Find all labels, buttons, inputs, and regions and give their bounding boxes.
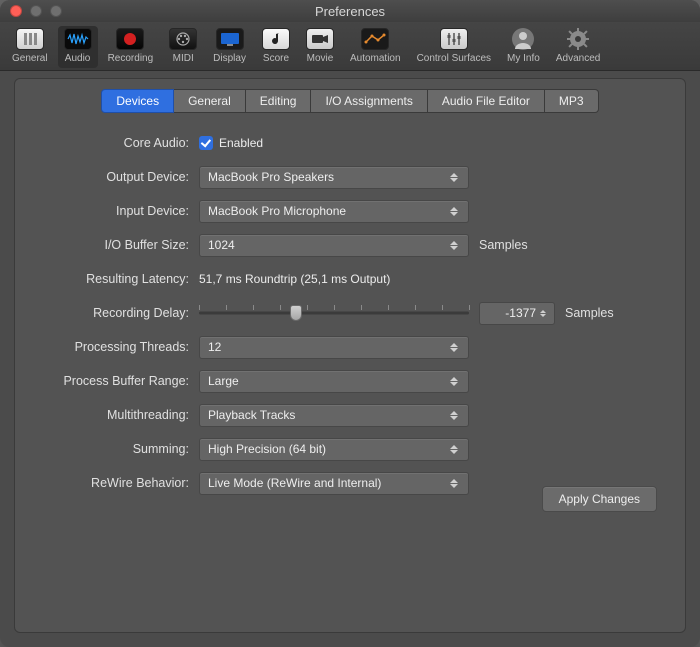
recording-delay-value: -1377	[488, 306, 536, 320]
core-audio-checkbox[interactable]	[199, 136, 213, 150]
multithreading-value: Playback Tracks	[208, 408, 295, 422]
tab-editing[interactable]: Editing	[246, 89, 312, 113]
toolbar-label: Display	[213, 53, 246, 64]
toolbar-label: MIDI	[173, 53, 194, 64]
toolbar-automation[interactable]: Automation	[344, 26, 407, 68]
output-device-label: Output Device:	[37, 170, 189, 184]
midi-icon	[169, 28, 197, 50]
automation-icon	[361, 28, 389, 50]
toolbar-midi[interactable]: MIDI	[163, 26, 203, 68]
chevron-updown-icon	[450, 371, 462, 392]
recording-delay-slider[interactable]	[199, 302, 469, 324]
tab-mp3[interactable]: MP3	[545, 89, 599, 113]
input-device-label: Input Device:	[37, 204, 189, 218]
panel-tabs: Devices General Editing I/O Assignments …	[15, 89, 685, 113]
music-note-icon	[262, 28, 290, 50]
core-audio-value: Enabled	[219, 136, 263, 150]
rewire-value: Live Mode (ReWire and Internal)	[208, 476, 381, 490]
tab-general[interactable]: General	[174, 89, 246, 113]
input-device-select[interactable]: MacBook Pro Microphone	[199, 200, 469, 223]
person-icon	[509, 28, 537, 50]
chevron-updown-icon	[540, 303, 550, 324]
toolbar-label: Automation	[350, 53, 401, 64]
camera-icon	[306, 28, 334, 50]
mixer-icon	[440, 28, 468, 50]
display-icon	[216, 28, 244, 50]
input-device-value: MacBook Pro Microphone	[208, 204, 346, 218]
toolbar-control-surfaces[interactable]: Control Surfaces	[411, 26, 497, 68]
toolbar-label: General	[12, 53, 48, 64]
recording-delay-label: Recording Delay:	[37, 306, 189, 320]
toolbar-recording[interactable]: Recording	[102, 26, 160, 68]
processing-threads-value: 12	[208, 340, 221, 354]
toolbar-label: Control Surfaces	[417, 53, 491, 64]
toolbar-advanced[interactable]: Advanced	[550, 26, 606, 68]
toolbar-label: Advanced	[556, 53, 600, 64]
summing-value: High Precision (64 bit)	[208, 442, 326, 456]
apply-changes-button[interactable]: Apply Changes	[542, 486, 657, 512]
toolbar-label: My Info	[507, 53, 540, 64]
chevron-updown-icon	[450, 337, 462, 358]
chevron-updown-icon	[450, 201, 462, 222]
buffer-range-select[interactable]: Large	[199, 370, 469, 393]
chevron-updown-icon	[450, 439, 462, 460]
output-device-value: MacBook Pro Speakers	[208, 170, 334, 184]
buffer-size-select[interactable]: 1024	[199, 234, 469, 257]
buffer-range-label: Process Buffer Range:	[37, 374, 189, 388]
toolbar-score[interactable]: Score	[256, 26, 296, 68]
titlebar: Preferences	[0, 0, 700, 22]
core-audio-label: Core Audio:	[37, 136, 189, 150]
processing-threads-label: Processing Threads:	[37, 340, 189, 354]
preferences-window: Preferences General Audio Recording MIDI	[0, 0, 700, 647]
rewire-label: ReWire Behavior:	[37, 476, 189, 490]
multithreading-label: Multithreading:	[37, 408, 189, 422]
output-device-select[interactable]: MacBook Pro Speakers	[199, 166, 469, 189]
slider-thumb[interactable]	[290, 305, 302, 321]
chevron-updown-icon	[450, 167, 462, 188]
rewire-select[interactable]: Live Mode (ReWire and Internal)	[199, 472, 469, 495]
toolbar-my-info[interactable]: My Info	[501, 26, 546, 68]
toolbar-audio[interactable]: Audio	[58, 26, 98, 68]
buffer-size-value: 1024	[208, 238, 235, 252]
buffer-size-suffix: Samples	[479, 238, 528, 252]
tab-io-assignments[interactable]: I/O Assignments	[311, 89, 427, 113]
preferences-toolbar: General Audio Recording MIDI Display	[0, 22, 700, 71]
tab-audio-file-editor[interactable]: Audio File Editor	[428, 89, 545, 113]
buffer-range-value: Large	[208, 374, 239, 388]
chevron-updown-icon	[450, 473, 462, 494]
waveform-icon	[64, 28, 92, 50]
tab-devices[interactable]: Devices	[101, 89, 174, 113]
slider-track	[199, 312, 469, 315]
toolbar-label: Recording	[108, 53, 154, 64]
recording-delay-stepper[interactable]: -1377	[479, 302, 555, 325]
gear-icon	[564, 28, 592, 50]
devices-panel: Devices General Editing I/O Assignments …	[14, 78, 686, 633]
summing-select[interactable]: High Precision (64 bit)	[199, 438, 469, 461]
sliders-icon	[16, 28, 44, 50]
summing-label: Summing:	[37, 442, 189, 456]
chevron-updown-icon	[450, 405, 462, 426]
latency-label: Resulting Latency:	[37, 272, 189, 286]
toolbar-label: Score	[263, 53, 289, 64]
toolbar-general[interactable]: General	[6, 26, 54, 68]
toolbar-display[interactable]: Display	[207, 26, 252, 68]
window-title: Preferences	[0, 4, 700, 19]
multithreading-select[interactable]: Playback Tracks	[199, 404, 469, 427]
toolbar-movie[interactable]: Movie	[300, 26, 340, 68]
devices-form: Core Audio: Enabled Output Device: MacBo…	[15, 131, 685, 495]
chevron-updown-icon	[450, 235, 462, 256]
processing-threads-select[interactable]: 12	[199, 336, 469, 359]
toolbar-label: Audio	[65, 53, 91, 64]
latency-value: 51,7 ms Roundtrip (25,1 ms Output)	[199, 272, 390, 286]
toolbar-label: Movie	[307, 53, 334, 64]
buffer-size-label: I/O Buffer Size:	[37, 238, 189, 252]
record-icon	[116, 28, 144, 50]
recording-delay-suffix: Samples	[565, 306, 614, 320]
